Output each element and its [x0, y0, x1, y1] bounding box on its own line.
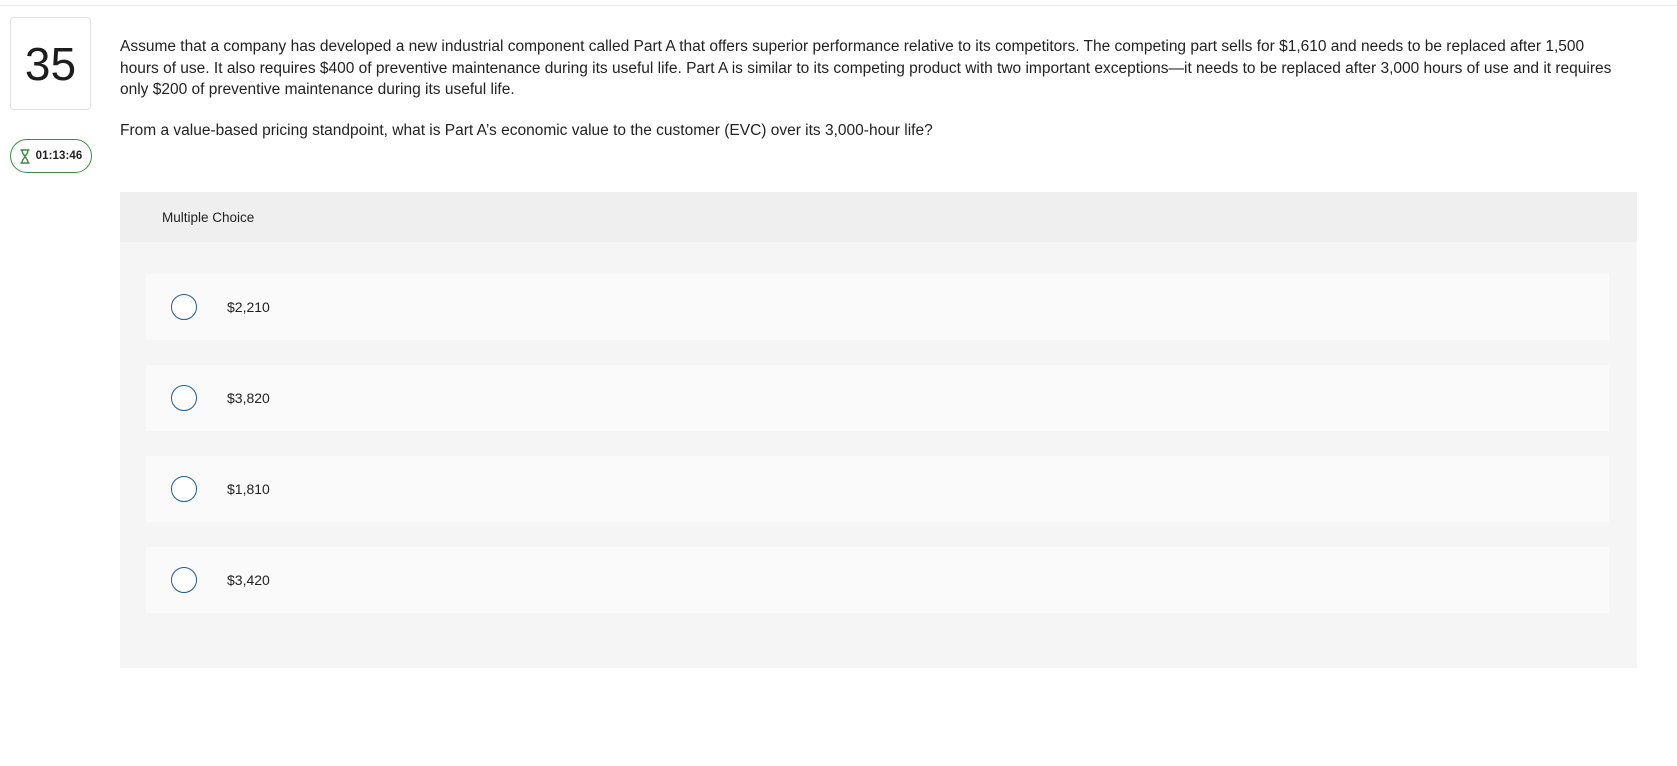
top-divider [0, 0, 1677, 6]
answer-option[interactable]: $1,810 [146, 456, 1609, 522]
radio-button[interactable] [171, 476, 197, 502]
answer-option[interactable]: $3,420 [146, 547, 1609, 613]
multiple-choice-header: Multiple Choice [120, 192, 1637, 242]
radio-button[interactable] [171, 567, 197, 593]
option-label: $2,210 [227, 299, 270, 315]
radio-button[interactable] [171, 385, 197, 411]
question-prompt: From a value-based pricing standpoint, w… [120, 122, 933, 139]
option-label: $3,420 [227, 572, 270, 588]
question-number: 35 [10, 17, 91, 110]
question-body: Assume that a company has developed a ne… [120, 38, 1612, 98]
option-label: $1,810 [227, 481, 270, 497]
option-label: $3,820 [227, 390, 270, 406]
answer-option[interactable]: $2,210 [146, 274, 1609, 340]
radio-button[interactable] [171, 294, 197, 320]
answer-option[interactable]: $3,820 [146, 365, 1609, 431]
hourglass-icon [19, 148, 30, 164]
timer-badge[interactable]: 01:13:46 [10, 139, 92, 173]
timer-text: 01:13:46 [35, 150, 83, 162]
multiple-choice-panel: Multiple Choice $2,210 $3,820 $1,810 $3,… [120, 192, 1637, 668]
